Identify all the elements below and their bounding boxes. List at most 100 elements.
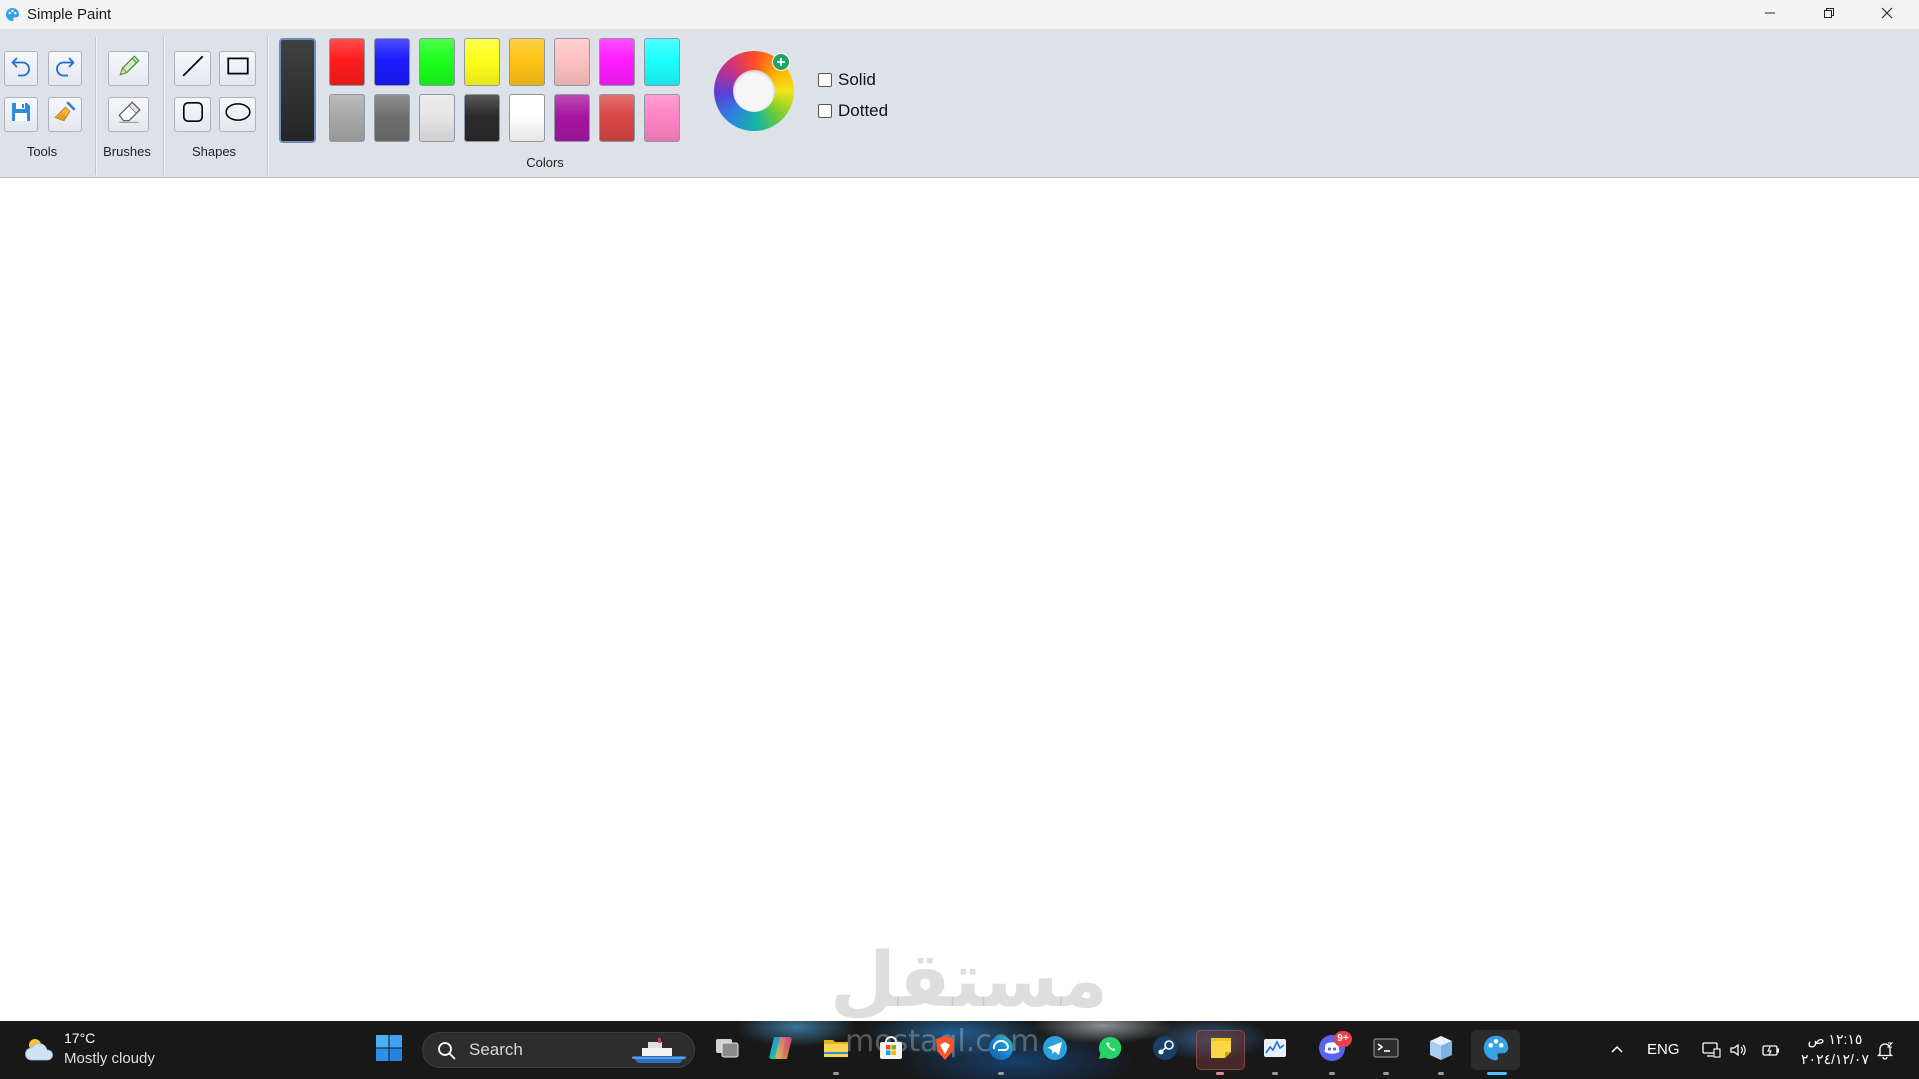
color-swatch[interactable] [599, 94, 635, 142]
rounded-rectangle-shape-button[interactable] [174, 97, 211, 132]
dotted-label[interactable]: Dotted [838, 101, 888, 121]
task-view-button[interactable] [707, 1030, 747, 1070]
color-swatch[interactable] [374, 38, 410, 86]
running-indicator [1438, 1072, 1444, 1075]
brave-browser-icon [930, 1033, 960, 1068]
taskbar-search[interactable]: Search [422, 1032, 695, 1068]
cube-app-icon [1426, 1033, 1456, 1068]
language-indicator[interactable]: ENG [1647, 1041, 1680, 1059]
rectangle-icon [225, 53, 251, 84]
color-swatch[interactable] [329, 94, 365, 142]
running-indicator [998, 1072, 1004, 1075]
volume-button[interactable] [1728, 1040, 1748, 1065]
telegram-button[interactable] [1035, 1030, 1075, 1070]
color-swatch[interactable] [509, 94, 545, 142]
weather-temperature: 17°C [64, 1030, 96, 1046]
ellipse-icon [224, 99, 252, 130]
save-button[interactable] [4, 97, 38, 132]
show-hidden-icons-button[interactable] [1607, 1040, 1627, 1065]
battery-button[interactable] [1761, 1040, 1781, 1065]
window-title: Simple Paint [27, 6, 112, 23]
ribbon-toolbar: Tools Brushes Shapes Colors Solid Dotted [0, 29, 1919, 178]
rectangle-shape-button[interactable] [219, 51, 256, 86]
color-swatch[interactable] [509, 38, 545, 86]
notification-bell-icon [1875, 1042, 1895, 1064]
file-explorer-button[interactable] [816, 1030, 856, 1070]
running-indicator [833, 1072, 839, 1075]
color-swatch[interactable] [644, 94, 680, 142]
color-swatch[interactable] [464, 94, 500, 142]
line-shape-button[interactable] [174, 51, 211, 86]
copilot-button[interactable] [761, 1030, 801, 1070]
windows-start-icon [375, 1034, 403, 1067]
running-indicator [1216, 1072, 1224, 1075]
brave-browser-button[interactable] [925, 1030, 965, 1070]
battery-icon [1761, 1045, 1781, 1064]
color-swatch[interactable] [554, 38, 590, 86]
tools-group-label: Tools [26, 144, 58, 159]
solid-label[interactable]: Solid [838, 70, 876, 90]
start-button[interactable] [369, 1030, 409, 1070]
solid-checkbox[interactable] [818, 73, 832, 87]
volume-icon [1728, 1043, 1748, 1064]
color-swatch[interactable] [419, 94, 455, 142]
color-swatch[interactable] [419, 38, 455, 86]
edge-browser-icon [986, 1033, 1016, 1068]
rounded-rectangle-icon [180, 99, 206, 130]
whatsapp-icon [1095, 1033, 1125, 1068]
pencil-icon [116, 53, 142, 84]
running-indicator [1383, 1072, 1389, 1075]
search-placeholder: Search [469, 1040, 523, 1059]
terminal-button[interactable] [1366, 1030, 1406, 1070]
redo-button[interactable] [48, 51, 82, 86]
telegram-icon [1040, 1033, 1070, 1068]
color-swatch[interactable] [644, 38, 680, 86]
sticky-notes-button[interactable] [1196, 1030, 1245, 1070]
simple-paint-taskbar-button[interactable] [1471, 1030, 1520, 1070]
clock-time: ١٢:١٥ ص [1807, 1031, 1863, 1047]
watermark-arabic: مستقل [830, 935, 1108, 1024]
copilot-icon [766, 1033, 796, 1068]
restore-icon [1823, 6, 1835, 24]
color-swatch[interactable] [464, 38, 500, 86]
clock[interactable]: ١٢:١٥ ص ٢٠٢٤/١٢/٠٧ [1794, 1021, 1876, 1079]
brushes-group-label: Brushes [103, 144, 151, 159]
clear-canvas-button[interactable] [48, 97, 82, 132]
color-swatch[interactable] [329, 38, 365, 86]
paint-palette-icon [5, 7, 20, 22]
color-wheel-icon [733, 70, 775, 112]
eraser-button[interactable] [108, 97, 149, 132]
microsoft-store-icon [876, 1033, 906, 1068]
notifications-button[interactable] [1875, 1040, 1895, 1065]
clock-date: ٢٠٢٤/١٢/٠٧ [1801, 1051, 1869, 1067]
undo-button[interactable] [4, 51, 38, 86]
running-indicator [1329, 1072, 1335, 1075]
dotted-checkbox[interactable] [818, 104, 832, 118]
terminal-icon [1371, 1033, 1401, 1068]
add-color-icon[interactable] [772, 53, 790, 71]
whatsapp-button[interactable] [1090, 1030, 1130, 1070]
task-manager-button[interactable] [1255, 1030, 1295, 1070]
colors-group-label: Colors [526, 155, 564, 170]
steam-button[interactable] [1145, 1030, 1185, 1070]
restore-button[interactable] [1806, 0, 1852, 29]
microsoft-store-button[interactable] [871, 1030, 911, 1070]
minimize-button[interactable] [1747, 0, 1793, 29]
color-swatch[interactable] [554, 94, 590, 142]
network-button[interactable] [1701, 1040, 1721, 1065]
edge-browser-button[interactable] [981, 1030, 1021, 1070]
pencil-button[interactable] [108, 51, 149, 86]
title-bar: Simple Paint [0, 0, 1919, 29]
simple-paint-icon [1482, 1034, 1510, 1067]
close-icon [1881, 6, 1893, 24]
ellipse-shape-button[interactable] [219, 97, 256, 132]
current-color-swatch[interactable] [279, 38, 316, 143]
weather-widget[interactable]: 17°C Mostly cloudy [0, 1021, 170, 1079]
task-manager-icon [1260, 1033, 1290, 1068]
color-swatch[interactable] [599, 38, 635, 86]
search-icon [437, 1041, 457, 1066]
cube-app-button[interactable] [1421, 1030, 1461, 1070]
close-button[interactable] [1864, 0, 1910, 29]
drawing-canvas[interactable] [0, 178, 1919, 1021]
color-swatch[interactable] [374, 94, 410, 142]
